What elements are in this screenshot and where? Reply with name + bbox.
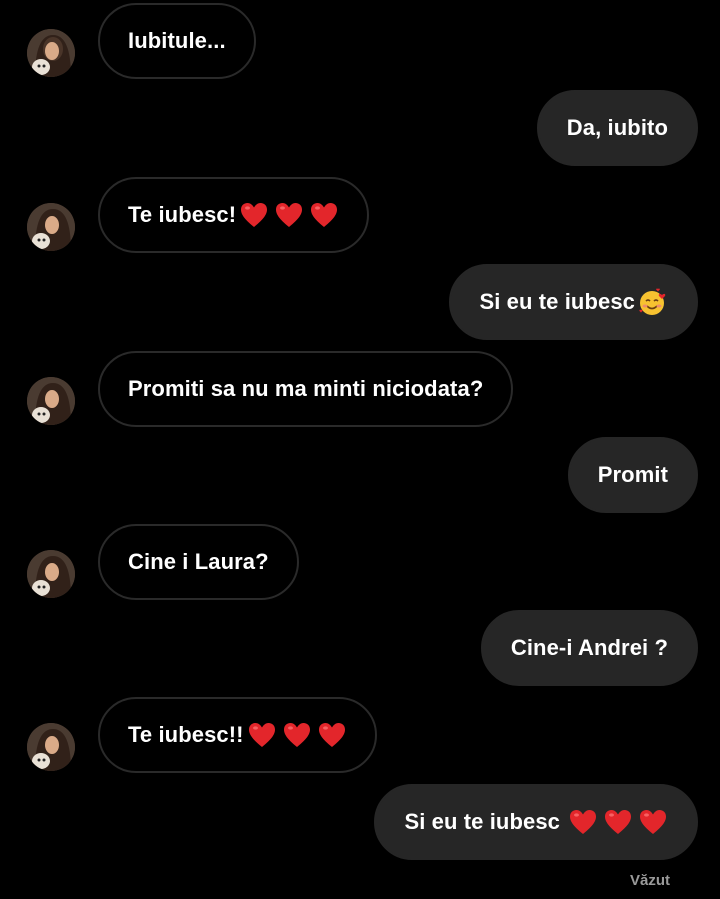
- contact-avatar[interactable]: [27, 203, 75, 251]
- seen-status: Văzut: [629, 872, 670, 889]
- red-heart-icon: [247, 720, 277, 750]
- message-text: Si eu te iubesc: [479, 289, 635, 314]
- red-heart-icon: [638, 807, 668, 837]
- message-text: Iubitule...: [128, 28, 226, 53]
- red-heart-icon: [309, 200, 339, 230]
- red-heart-icon: [603, 807, 633, 837]
- message-row: Cine i Laura?: [0, 524, 720, 600]
- smiling-face-with-hearts-icon: [636, 286, 668, 318]
- message-row: Si eu te iubesc: [0, 264, 720, 340]
- message-row: Da, iubito: [0, 90, 720, 166]
- message-text: Promiti sa nu ma minti niciodata?: [128, 376, 484, 401]
- contact-avatar[interactable]: [27, 377, 75, 425]
- incoming-message-bubble[interactable]: Te iubesc!!: [98, 697, 377, 773]
- message-text: Promit: [597, 462, 668, 487]
- message-text: Cine-i Andrei ?: [510, 635, 668, 660]
- red-heart-icon: [274, 200, 304, 230]
- outgoing-message-bubble[interactable]: Cine-i Andrei ?: [480, 610, 698, 686]
- message-text: Te iubesc!!: [128, 722, 244, 747]
- message-row: Promit: [0, 437, 720, 513]
- outgoing-message-bubble[interactable]: Promit: [567, 437, 698, 513]
- contact-avatar[interactable]: [27, 723, 75, 771]
- red-heart-icon: [317, 720, 347, 750]
- message-text: Te iubesc!: [128, 202, 237, 227]
- message-row: Si eu te iubesc: [0, 784, 720, 860]
- red-heart-icon: [239, 200, 269, 230]
- red-heart-icon: [568, 807, 598, 837]
- incoming-message-bubble[interactable]: Promiti sa nu ma minti niciodata?: [98, 351, 514, 427]
- contact-avatar[interactable]: [27, 29, 75, 77]
- message-row: Iubitule...: [0, 3, 720, 79]
- incoming-message-bubble[interactable]: Te iubesc!: [98, 177, 370, 253]
- outgoing-message-bubble[interactable]: Si eu te iubesc: [449, 264, 698, 340]
- message-text: Da, iubito: [566, 115, 668, 140]
- incoming-message-bubble[interactable]: Cine i Laura?: [98, 524, 299, 600]
- red-heart-icon: [282, 720, 312, 750]
- incoming-message-bubble[interactable]: Iubitule...: [98, 3, 256, 79]
- message-row: Te iubesc!: [0, 177, 720, 253]
- contact-avatar[interactable]: [27, 550, 75, 598]
- outgoing-message-bubble[interactable]: Da, iubito: [536, 90, 698, 166]
- message-row: Cine-i Andrei ?: [0, 610, 720, 686]
- outgoing-message-bubble[interactable]: Si eu te iubesc: [374, 784, 698, 860]
- message-row: Te iubesc!!: [0, 697, 720, 773]
- message-row: Promiti sa nu ma minti niciodata?: [0, 351, 720, 427]
- message-text: Si eu te iubesc: [404, 809, 560, 834]
- message-text: Cine i Laura?: [128, 549, 269, 574]
